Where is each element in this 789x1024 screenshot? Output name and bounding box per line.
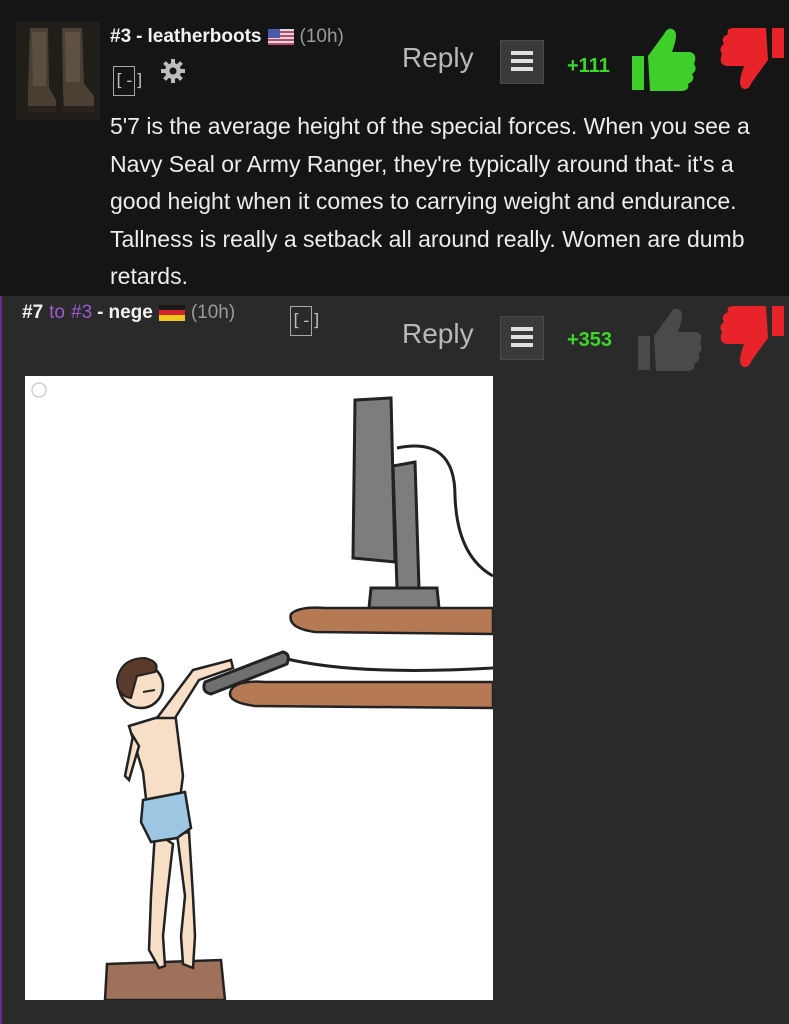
comment-body: 5'7 is the average height of the special… [110, 113, 750, 289]
comment-score: +111 [567, 55, 610, 77]
comment-number[interactable]: #3 [110, 26, 131, 48]
reply-menu-button[interactable] [500, 316, 544, 360]
reply-username[interactable]: nege [108, 302, 152, 324]
german-flag-icon [158, 305, 185, 321]
reply-header: #7 to #3 - nege (10h) [22, 302, 235, 324]
downvote-thumb-icon[interactable] [718, 304, 786, 379]
reply-score: +353 [567, 329, 613, 351]
comment-time: (10h) [299, 26, 344, 47]
thread-line [0, 296, 2, 1024]
reply-button[interactable]: Reply [402, 42, 474, 74]
comment-header: #3 - leatherboots (10h) [110, 26, 344, 48]
menu-button[interactable] [500, 40, 544, 84]
reply-to-label: to [49, 302, 65, 323]
menu-icon [511, 327, 533, 331]
menu-icon [511, 51, 533, 55]
reply-to-link[interactable]: #3 [71, 302, 92, 324]
upvote-thumb-icon[interactable] [636, 304, 704, 379]
username[interactable]: leatherboots [147, 26, 261, 48]
comment-7: #7 to #3 - nege (10h) [-] Reply +353 [0, 296, 789, 1024]
reply-reply-button[interactable]: Reply [402, 318, 474, 350]
reply-image[interactable] [25, 376, 493, 1000]
downvote-thumb-icon[interactable] [718, 26, 786, 101]
header-separator: - [97, 302, 104, 323]
collapse-button[interactable]: [-] [113, 66, 145, 96]
reply-time: (10h) [190, 302, 236, 323]
reply-number[interactable]: #7 [22, 302, 43, 324]
gear-icon[interactable] [160, 58, 186, 84]
us-flag-icon [267, 29, 294, 45]
upvote-thumb-icon[interactable] [630, 24, 698, 99]
comment-3: #3 - leatherboots (10h) [-] Reply +111 5… [0, 0, 789, 296]
avatar[interactable] [16, 22, 100, 120]
reply-collapse-button[interactable]: [-] [290, 306, 322, 336]
header-separator: - [136, 26, 143, 47]
